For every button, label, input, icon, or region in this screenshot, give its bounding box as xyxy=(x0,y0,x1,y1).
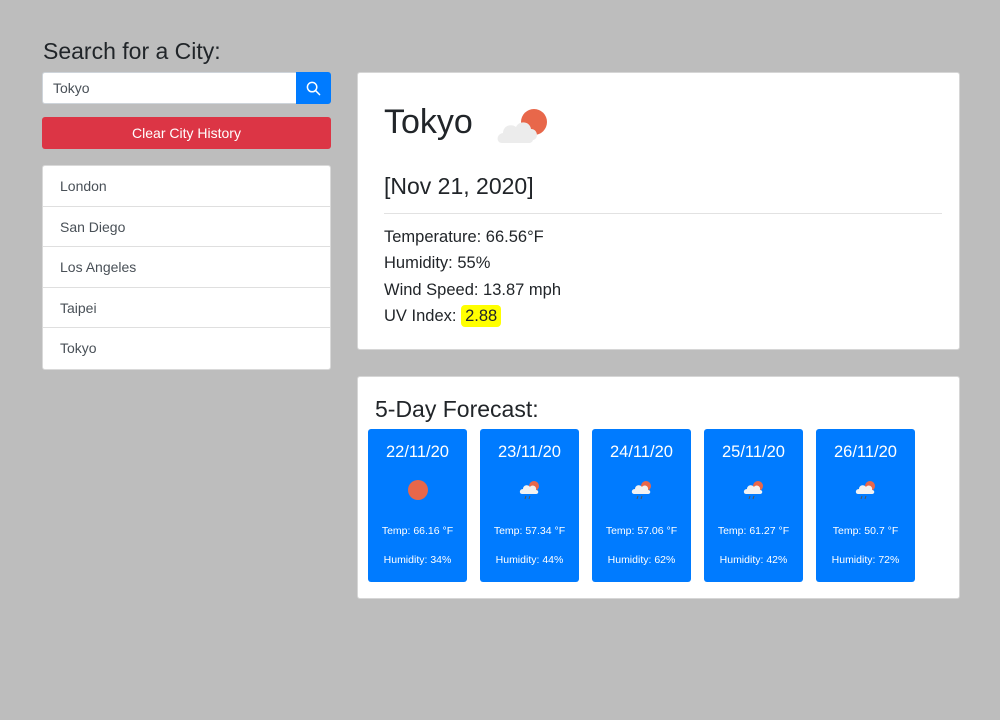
forecast-date: 25/11/20 xyxy=(721,443,785,461)
current-weather-card: Tokyo [Nov 21, 2020] Temperature: 66.56°… xyxy=(357,72,960,350)
forecast-card: 23/11/20 Temp: 57.34 °F Humidity: 44% xyxy=(480,429,579,582)
forecast-date: 23/11/20 xyxy=(497,443,561,461)
city-name: Tokyo xyxy=(384,103,473,141)
forecast-temp: Temp: 66.16 °F xyxy=(381,525,454,537)
uv-index-row: UV Index: 2.88 xyxy=(384,305,502,327)
forecast-humidity: Humidity: 34% xyxy=(383,554,452,566)
history-item-london[interactable]: London xyxy=(43,166,330,207)
search-heading: Search for a City: xyxy=(43,38,221,64)
forecast-temp: Temp: 50.7 °F xyxy=(832,525,899,537)
clear-history-button[interactable]: Clear City History xyxy=(42,117,331,149)
search-bar xyxy=(42,72,331,104)
forecast-date: 24/11/20 xyxy=(609,443,673,461)
forecast-humidity: Humidity: 62% xyxy=(607,554,676,566)
forecast-humidity: Humidity: 44% xyxy=(495,554,564,566)
uv-index-badge: 2.88 xyxy=(461,305,502,327)
history-item-taipei[interactable]: Taipei xyxy=(43,288,330,329)
forecast-date: 26/11/20 xyxy=(833,443,897,461)
forecast-temp: Temp: 57.06 °F xyxy=(605,525,678,537)
forecast-card: 22/11/20 Temp: 66.16 °F Humidity: 34% xyxy=(368,429,467,582)
forecast-card: 25/11/20 Temp: 61.27 °F Humidity: 42% xyxy=(704,429,803,582)
forecast-section: 5-Day Forecast: 22/11/20 Temp: 66.16 °F … xyxy=(357,376,960,599)
search-icon xyxy=(306,81,321,95)
history-item-san-diego[interactable]: San Diego xyxy=(43,207,330,248)
wind-speed-text: Wind Speed: 13.87 mph xyxy=(384,281,562,299)
rain-cloud-icon xyxy=(631,481,651,500)
divider xyxy=(384,213,942,214)
forecast-humidity: Humidity: 72% xyxy=(831,554,900,566)
forecast-card: 26/11/20 Temp: 50.7 °F Humidity: 72% xyxy=(816,429,915,582)
forecast-humidity: Humidity: 42% xyxy=(719,554,788,566)
forecast-card: 24/11/20 Temp: 57.06 °F Humidity: 62% xyxy=(592,429,691,582)
city-history-list: London San Diego Los Angeles Taipei Toky… xyxy=(42,165,331,370)
forecast-temp: Temp: 57.34 °F xyxy=(493,525,566,537)
humidity-text: Humidity: 55% xyxy=(384,254,491,272)
forecast-temp: Temp: 61.27 °F xyxy=(717,525,790,537)
forecast-date: 22/11/20 xyxy=(385,443,449,461)
uv-index-label: UV Index: xyxy=(384,307,457,325)
temperature-text: Temperature: 66.56°F xyxy=(384,228,544,246)
rain-cloud-icon xyxy=(519,481,539,500)
sun-icon xyxy=(408,480,428,500)
forecast-title: 5-Day Forecast: xyxy=(375,396,539,422)
rain-cloud-icon xyxy=(855,481,875,500)
history-item-tokyo[interactable]: Tokyo xyxy=(43,328,330,369)
search-button[interactable] xyxy=(296,72,331,104)
city-search-input[interactable] xyxy=(42,72,296,104)
current-date: [Nov 21, 2020] xyxy=(384,173,534,199)
rain-cloud-icon xyxy=(743,481,763,500)
partly-cloudy-icon xyxy=(497,109,547,143)
history-item-los-angeles[interactable]: Los Angeles xyxy=(43,247,330,288)
